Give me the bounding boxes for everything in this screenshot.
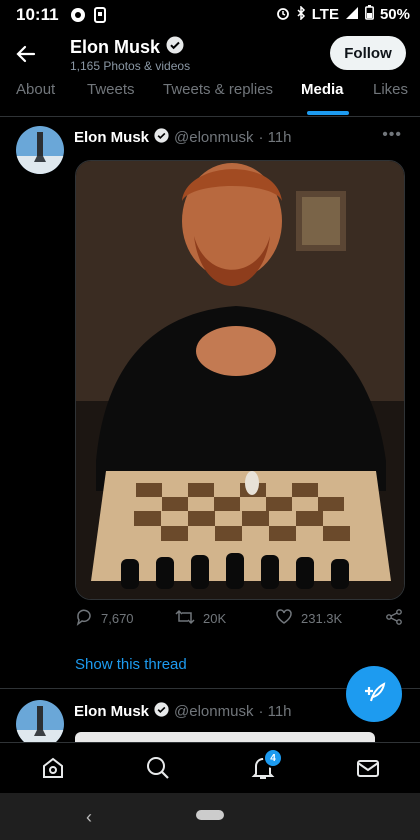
alarm-icon — [276, 6, 290, 24]
profile-name: Elon Musk — [70, 36, 184, 59]
tab-about[interactable]: About — [16, 81, 55, 98]
profile-name-text: Elon Musk — [70, 37, 161, 57]
retweet-icon — [175, 608, 195, 629]
system-home-pill[interactable] — [196, 810, 224, 820]
active-tab-indicator — [307, 111, 349, 115]
tab-tweets[interactable]: Tweets — [87, 81, 135, 98]
follow-button[interactable]: Follow — [330, 36, 406, 70]
battery-percent: 50% — [379, 6, 410, 23]
signal-icon — [345, 6, 359, 24]
search-icon[interactable] — [145, 755, 171, 781]
tweet-actions: 7,670 20K 231.3K — [75, 608, 405, 632]
battery-icon — [365, 5, 374, 24]
status-time: 10:11 — [16, 5, 59, 24]
tweet-time: · 11h — [258, 129, 292, 146]
tweet-handle: @elonmusk — [174, 129, 254, 146]
system-navigation-bar: ‹ — [0, 793, 420, 840]
reply-button[interactable]: 7,670 — [75, 608, 134, 629]
tweet-author-name: Elon Musk — [74, 129, 150, 146]
share-icon — [385, 608, 403, 629]
show-thread-link[interactable]: Show this thread — [75, 656, 187, 673]
compose-tweet-button[interactable] — [346, 666, 402, 722]
bluetooth-icon — [296, 4, 306, 24]
verified-badge-icon — [154, 128, 169, 147]
heart-icon — [275, 608, 293, 629]
photo-icon — [94, 7, 106, 28]
home-icon[interactable] — [40, 755, 66, 781]
reply-count: 7,670 — [101, 611, 134, 626]
avatar[interactable] — [16, 126, 64, 174]
bottom-navigation: 4 — [0, 742, 420, 793]
like-button[interactable]: 231.3K — [275, 608, 342, 629]
more-options-icon[interactable]: ••• — [382, 126, 402, 144]
retweet-count: 20K — [203, 611, 227, 626]
tab-media[interactable]: Media — [301, 81, 344, 98]
compose-feather-icon — [361, 679, 387, 710]
tweet-time: · 11h — [258, 703, 292, 720]
tweet-author-name: Elon Musk — [74, 703, 150, 720]
notification-icon — [70, 7, 86, 28]
network-label: LTE — [311, 6, 339, 23]
messages-icon[interactable] — [355, 755, 381, 781]
tweet-media-image[interactable] — [75, 732, 375, 742]
tweet-handle: @elonmusk — [174, 703, 254, 720]
tab-tweets-replies[interactable]: Tweets & replies — [163, 81, 273, 98]
reply-icon — [75, 608, 93, 629]
profile-tabs: About Tweets Tweets & replies Media Like… — [0, 78, 420, 117]
verified-badge-icon — [166, 36, 184, 59]
avatar[interactable] — [16, 700, 64, 748]
like-count: 231.3K — [301, 611, 343, 626]
share-button[interactable] — [385, 608, 403, 629]
system-back-icon[interactable]: ‹ — [86, 807, 92, 828]
profile-header: Elon Musk 1,165 Photos & videos Follow — [0, 30, 420, 78]
retweet-button[interactable]: 20K — [175, 608, 226, 629]
tweet-media-image[interactable] — [75, 160, 405, 600]
verified-badge-icon — [154, 702, 169, 721]
media-count: 1,165 Photos & videos — [70, 59, 191, 73]
status-bar: 10:11 LTE 50% — [0, 0, 420, 30]
tweet-author[interactable]: Elon Musk @elonmusk · 11h — [74, 128, 292, 147]
tab-likes[interactable]: Likes — [373, 81, 408, 98]
back-arrow-icon[interactable] — [14, 42, 38, 66]
tweet-author[interactable]: Elon Musk @elonmusk · 11h — [74, 702, 292, 721]
notification-count-badge: 4 — [263, 748, 283, 768]
